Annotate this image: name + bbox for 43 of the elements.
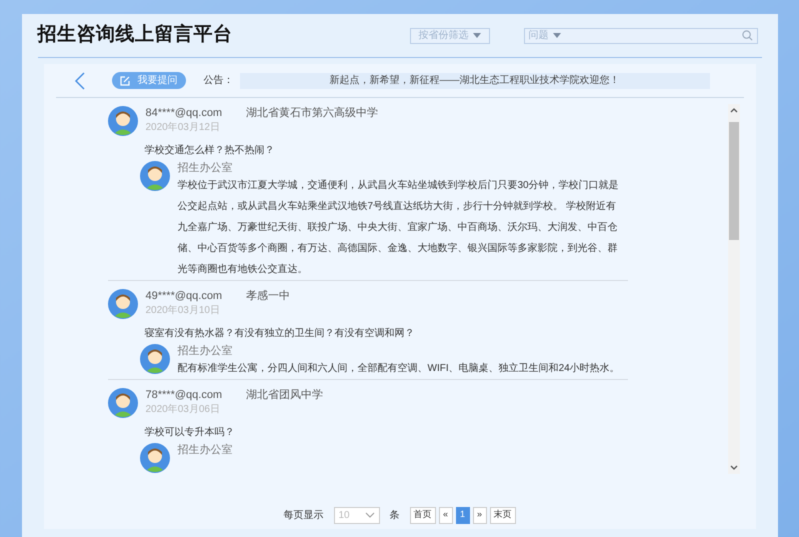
avatar-icon xyxy=(108,106,138,136)
page-button[interactable]: « xyxy=(438,506,452,524)
post-date: 2020年03月12日 xyxy=(146,121,221,135)
school-name: 湖北省黄石市第六高级中学 xyxy=(246,106,378,121)
page-button[interactable]: 1 xyxy=(456,506,470,524)
province-filter[interactable]: 按省份筛选 xyxy=(410,28,490,44)
per-page-select[interactable]: 10 xyxy=(334,506,380,524)
reply-author: 招生办公室 xyxy=(178,161,234,175)
notice-label: 公告： xyxy=(204,74,234,88)
question-text: 学校交通怎么样？热不热闹？ xyxy=(144,144,276,157)
page-button[interactable]: » xyxy=(472,506,486,524)
caret-icon xyxy=(552,33,560,38)
search-icon[interactable] xyxy=(742,30,752,41)
reply-author: 招生办公室 xyxy=(178,443,232,457)
reply-text: 配有标准学生公寓，分四人间和六人间，全部配有空调、WIFI、电脑桌、独立卫生间和24小时热水。 xyxy=(178,362,621,376)
page-button[interactable]: 末页 xyxy=(490,506,516,524)
page-button[interactable]: 首页 xyxy=(410,506,436,524)
avatar-icon xyxy=(108,289,138,319)
user-email: 84****@qq.com xyxy=(146,106,222,121)
question-text: 学校可以专升本吗？ xyxy=(144,426,236,439)
chevron-down-icon xyxy=(364,512,374,518)
search-field[interactable]: 问题 xyxy=(524,28,758,44)
avatar-icon xyxy=(108,388,138,418)
scrollbar-drawing[interactable] xyxy=(728,104,740,474)
avatar-icon xyxy=(140,161,170,191)
school-name: 孝感一中 xyxy=(246,289,290,304)
caret-icon xyxy=(472,33,480,38)
reply-author: 招生办公室 xyxy=(178,344,234,358)
ask-question-button[interactable]: 我要提问 xyxy=(112,72,186,89)
edit-icon xyxy=(120,76,130,86)
user-email: 49****@qq.com xyxy=(146,289,222,304)
unit-label: 条 xyxy=(390,508,400,522)
avatar-icon xyxy=(140,443,170,473)
page-title: 招生咨询线上留言平台 xyxy=(38,22,232,48)
avatar-icon xyxy=(140,344,170,374)
per-page-label: 每页显示 xyxy=(284,508,324,522)
question-text: 寝室有没有热水器？有没有独立的卫生间？有没有空调和网？ xyxy=(144,327,416,340)
reply-text: 学校位于武汉市江夏大学城，交通便利，从武昌火车站坐城铁到学校后门只要30分钟，学校门口就是公交起点站，或从武昌火车站乘坐武汉地铁7号线直达纸坊大街，步行十分钟就到学校。 学校附近有九全嘉广场、万豪世纪天街、联投广场、中央大街、宜家广场、中百商场、沃尔玛、大润发、中百仓储、中心百货等多个商圈，有万达、高德国际、金逸、大地数字、银兴国际等多家影院，到光谷、群光等商圈也有地铁公交直达。 xyxy=(178,178,620,277)
school-name: 湖北省团风中学 xyxy=(246,388,324,403)
notice-bar: 新起点，新希望，新征程——湖北生态工程职业技术学院欢迎您！ xyxy=(240,72,710,88)
post-date: 2020年03月06日 xyxy=(146,403,221,417)
user-email: 78****@qq.com xyxy=(146,388,222,403)
post-date: 2020年03月10日 xyxy=(146,304,221,318)
